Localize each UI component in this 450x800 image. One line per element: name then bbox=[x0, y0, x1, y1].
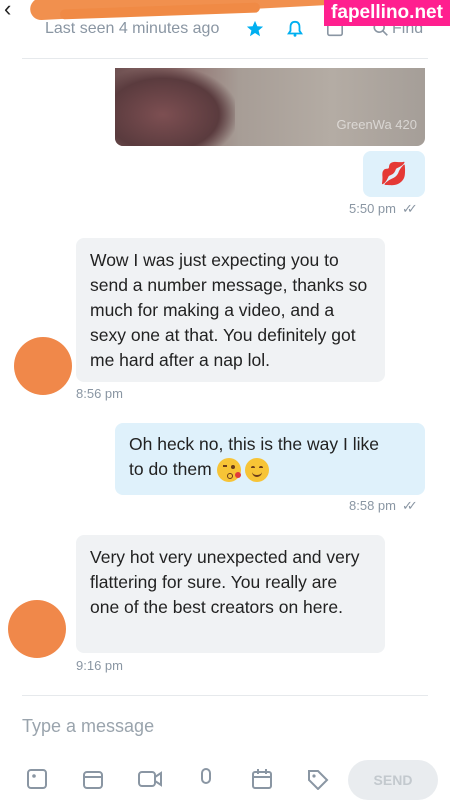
media-watermark-text: GreenWa 420 bbox=[336, 117, 417, 132]
star-icon[interactable] bbox=[246, 20, 264, 38]
message-bubble-incoming[interactable]: Wow I was just expecting you to send a n… bbox=[76, 238, 385, 382]
read-receipt-icon: ✓✓ bbox=[402, 201, 418, 216]
message-text: Oh heck no, this is the way I like bbox=[129, 434, 379, 454]
message-time: 5:50 pm bbox=[349, 201, 396, 216]
kissing-face-emoji bbox=[216, 458, 241, 483]
price-tag-icon[interactable] bbox=[306, 768, 330, 790]
send-button[interactable]: SEND bbox=[348, 760, 438, 800]
watermark-badge: fapellino.net bbox=[324, 0, 450, 26]
read-receipt-icon: ✓✓ bbox=[402, 498, 418, 513]
message-input[interactable]: Type a message bbox=[22, 716, 154, 737]
header-divider bbox=[22, 58, 428, 59]
calendar-icon[interactable] bbox=[251, 768, 273, 790]
back-icon[interactable]: ‹ bbox=[4, 0, 11, 22]
message-bubble-outgoing[interactable]: Oh heck no, this is the way I like to do… bbox=[115, 423, 425, 495]
microphone-icon[interactable] bbox=[196, 768, 216, 790]
vault-icon[interactable] bbox=[82, 768, 104, 790]
video-icon[interactable] bbox=[137, 768, 163, 790]
kiss-emoji: 💋 bbox=[380, 161, 408, 186]
message-time: 8:56 pm bbox=[76, 386, 123, 401]
message-text: Wow I was just expecting you to send a n… bbox=[90, 250, 368, 370]
avatar[interactable] bbox=[14, 337, 72, 395]
message-time: 9:16 pm bbox=[76, 658, 123, 673]
last-seen-status: Last seen 4 minutes ago bbox=[45, 20, 220, 37]
message-bubble-incoming[interactable]: Very hot very unexpected and very flatte… bbox=[76, 535, 385, 653]
bell-icon[interactable] bbox=[286, 20, 304, 38]
message-text: Very hot very unexpected and very flatte… bbox=[90, 547, 360, 617]
composer-divider bbox=[22, 695, 428, 696]
avatar[interactable] bbox=[8, 600, 66, 658]
message-text: to do them bbox=[129, 459, 212, 479]
message-bubble-outgoing[interactable]: 💋 bbox=[363, 151, 425, 197]
image-icon[interactable] bbox=[26, 768, 48, 790]
media-thumbnail[interactable]: GreenWa 420 bbox=[115, 68, 425, 146]
message-time: 8:58 pm bbox=[349, 498, 396, 513]
smiling-face-emoji bbox=[245, 458, 270, 483]
